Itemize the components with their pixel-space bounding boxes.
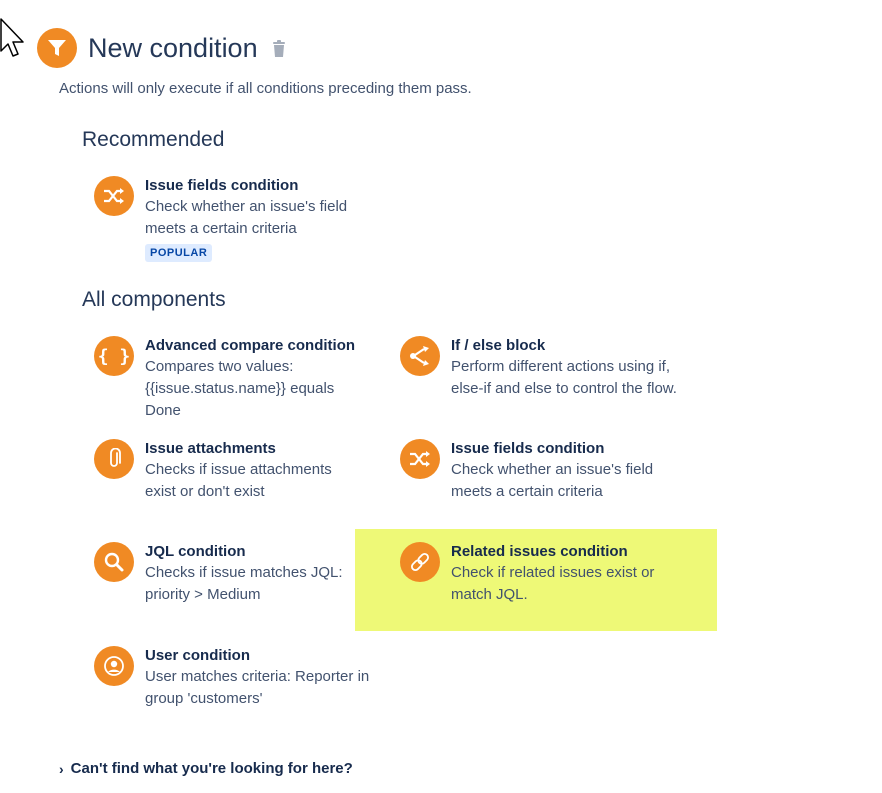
component-description: Check whether an issue's field meets a c… [451, 461, 654, 500]
component-description: Perform different actions using if, else… [451, 358, 677, 397]
user-icon [94, 646, 134, 686]
popular-badge: POPULAR [145, 244, 213, 262]
component-advanced-compare[interactable]: { } Advanced compare condition Compares … [94, 336, 360, 422]
component-issue-attachments[interactable]: Issue attachments Checks if issue attach… [94, 439, 350, 503]
component-if-else-block[interactable]: If / else block Perform different action… [400, 336, 686, 400]
braces-icon: { } [94, 336, 134, 376]
recommended-heading: Recommended [82, 128, 225, 151]
component-description: Checks if issue attachments exist or don… [145, 461, 332, 500]
component-issue-fields-recommended[interactable]: Issue fields condition Check whether an … [94, 176, 370, 262]
branch-icon [400, 336, 440, 376]
page-title: New condition [88, 33, 258, 63]
component-title: JQL condition [145, 543, 246, 560]
component-title: Issue fields condition [451, 440, 605, 457]
component-title: Related issues condition [451, 543, 628, 560]
filter-icon [37, 28, 77, 68]
cant-find-label: Can't find what you're looking for here? [70, 760, 353, 777]
component-user-condition[interactable]: User condition User matches criteria: Re… [94, 646, 370, 710]
component-description: Checks if issue matches JQL: priority > … [145, 564, 343, 603]
component-title: Issue attachments [145, 440, 276, 457]
all-components-heading: All components [82, 288, 226, 311]
search-icon [94, 542, 134, 582]
link-icon [400, 542, 440, 582]
trash-icon[interactable] [272, 40, 288, 58]
component-issue-fields[interactable]: Issue fields condition Check whether an … [400, 439, 676, 503]
component-title: Advanced compare condition [145, 337, 356, 354]
component-description: Check whether an issue's field meets a c… [145, 198, 348, 237]
component-description: Compares two values: {{issue.status.name… [145, 358, 335, 419]
cant-find-expander[interactable]: › Can't find what you're looking for her… [59, 760, 353, 777]
component-jql-condition[interactable]: JQL condition Checks if issue matches JQ… [94, 542, 360, 606]
component-title: Issue fields condition [145, 177, 299, 194]
component-title: If / else block [451, 337, 546, 354]
page-subtitle: Actions will only execute if all conditi… [59, 80, 472, 97]
component-title: User condition [145, 647, 251, 664]
component-description: Check if related issues exist or match J… [451, 564, 655, 603]
chevron-right-icon: › [59, 760, 64, 777]
paperclip-icon [94, 439, 134, 479]
mouse-cursor-icon [0, 18, 24, 57]
component-description: User matches criteria: Reporter in group… [145, 668, 370, 707]
shuffle-icon [94, 176, 134, 216]
shuffle-icon [400, 439, 440, 479]
component-related-issues[interactable]: Related issues condition Check if relate… [400, 542, 676, 606]
